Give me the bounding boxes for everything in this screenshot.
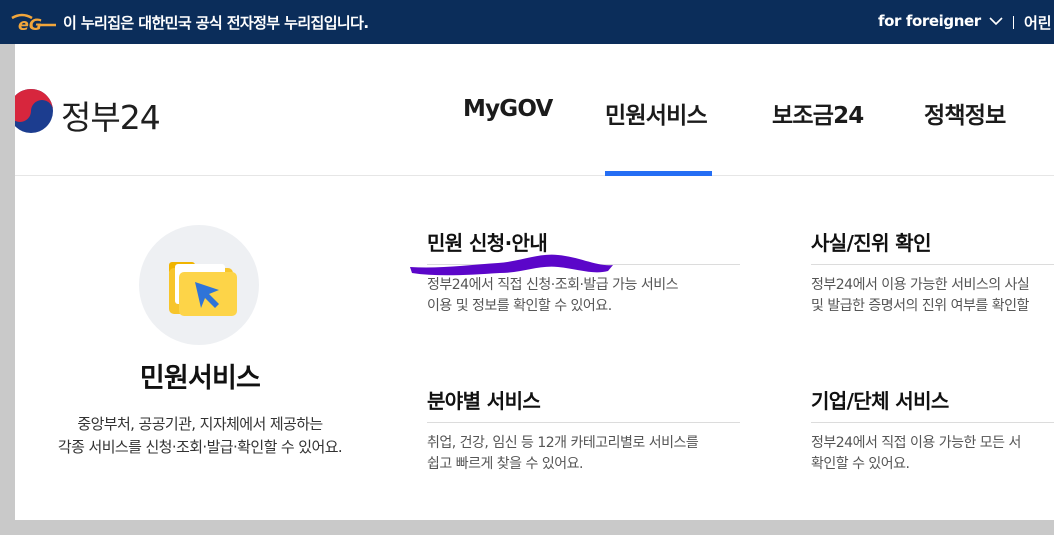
divider bbox=[811, 264, 1054, 265]
intro-description: 중앙부처, 공공기관, 지자체에서 제공하는 각종 서비스를 신청·조회·발급·… bbox=[15, 413, 385, 459]
site-logo-text[interactable]: 정부24 bbox=[61, 91, 161, 139]
divider bbox=[427, 264, 740, 265]
service-description-line: 확인할 수 있어요. bbox=[811, 456, 910, 472]
divider bbox=[427, 422, 740, 423]
eg-logo-icon: eG bbox=[11, 13, 56, 33]
taegeuk-logo-icon[interactable] bbox=[15, 88, 54, 134]
site-header: 정부24 MyGOV 민원서비스 보조금24 정책정보 bbox=[15, 44, 1054, 176]
service-fact-verification-link[interactable]: 사실/진위 확인 bbox=[811, 227, 931, 256]
nav-subsidy24[interactable]: 보조금24 bbox=[772, 96, 864, 130]
nav-policy-info[interactable]: 정책정보 bbox=[924, 96, 1006, 130]
service-description-line: 이용 및 정보를 확인할 수 있어요. bbox=[427, 298, 612, 314]
divider bbox=[811, 422, 1054, 423]
nav-active-indicator bbox=[605, 171, 712, 176]
service-description-line: 쉽고 빠르게 찾을 수 있어요. bbox=[427, 456, 583, 472]
nav-civil-services[interactable]: 민원서비스 bbox=[605, 96, 708, 130]
service-description: 취업, 건강, 임신 등 12개 카테고리별로 서비스를 쉽고 빠르게 찾을 수… bbox=[427, 433, 699, 475]
service-civil-application-link[interactable]: 민원 신청·안내 bbox=[427, 227, 548, 256]
for-foreigner-dropdown[interactable]: for foreigner bbox=[878, 12, 1003, 30]
service-description-line: 및 발급한 증명서의 진위 여부를 확인할 bbox=[811, 298, 1029, 314]
service-description: 정부24에서 직접 이용 가능한 모든 서 확인할 수 있어요. bbox=[811, 433, 1021, 475]
service-description-line: 정부24에서 이용 가능한 서비스의 사실 bbox=[811, 277, 1030, 293]
nav-mygov[interactable]: MyGOV bbox=[463, 96, 553, 122]
service-business-org-link[interactable]: 기업/단체 서비스 bbox=[811, 385, 949, 414]
divider bbox=[1013, 16, 1014, 29]
chevron-down-icon bbox=[989, 17, 1003, 26]
gov-banner: eG 이 누리집은 대한민국 공식 전자정부 누리집입니다. for forei… bbox=[0, 0, 1054, 44]
service-description-line: 취업, 건강, 임신 등 12개 카테고리별로 서비스를 bbox=[427, 435, 699, 451]
official-site-notice: 이 누리집은 대한민국 공식 전자정부 누리집입니다. bbox=[63, 14, 369, 32]
intro-description-line: 중앙부처, 공공기관, 지자체에서 제공하는 bbox=[77, 415, 323, 433]
mega-menu-panel: 정부24 MyGOV 민원서비스 보조금24 정책정보 민원서비스 중앙부처, … bbox=[15, 44, 1054, 520]
intro-title: 민원서비스 bbox=[139, 363, 261, 394]
language-link[interactable]: 어린 bbox=[1024, 12, 1052, 33]
service-description: 정부24에서 직접 신청·조회·발급 가능 서비스 이용 및 정보를 확인할 수… bbox=[427, 275, 678, 317]
service-description-line: 정부24에서 직접 이용 가능한 모든 서 bbox=[811, 435, 1021, 451]
service-description: 정부24에서 이용 가능한 서비스의 사실 및 발급한 증명서의 진위 여부를 … bbox=[811, 275, 1030, 317]
service-description-line: 정부24에서 직접 신청·조회·발급 가능 서비스 bbox=[427, 277, 678, 293]
folder-cursor-icon bbox=[169, 262, 237, 316]
intro-description-line: 각종 서비스를 신청·조회·발급·확인할 수 있어요. bbox=[57, 438, 343, 456]
service-by-category-link[interactable]: 분야별 서비스 bbox=[427, 385, 541, 414]
for-foreigner-label: for foreigner bbox=[878, 12, 981, 30]
